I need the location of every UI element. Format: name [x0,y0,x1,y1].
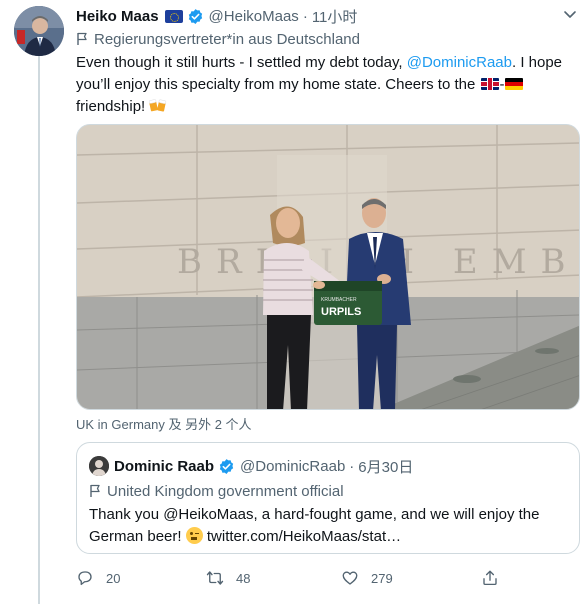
reply-icon [78,571,92,586]
eu-flag-icon [164,9,183,23]
flag-icon [90,484,100,497]
like-icon [342,571,358,585]
like-count: 279 [371,570,393,586]
author-affiliation-label: Regierungsvertreter*in aus Deutschland [76,30,360,48]
separator-dot: · [302,7,308,25]
quote-separator-dot: · [349,457,355,475]
tweet-text: Even though it still hurts - I settled m… [76,52,576,118]
share-button[interactable] [481,568,511,588]
verified-badge-icon [188,8,202,24]
beer-mugs-icon [149,99,167,112]
tweet-time[interactable]: 11小时 [312,6,358,27]
quote-display-name[interactable]: Dominic Raab [114,458,214,475]
crate-brand: URPILS [321,306,361,318]
tweet-text-dash: - [499,76,505,93]
reply-count: 20 [106,570,121,586]
tweet-actions: 20 48 279 [76,568,506,588]
verified-badge-icon [219,458,234,474]
author-display-name[interactable]: Heiko Maas [76,8,159,25]
avatar[interactable] [14,6,64,56]
author-handle[interactable]: @HeikoMaas [209,8,299,25]
quote-date[interactable]: 6月30日 [358,456,413,477]
german-flag-icon [504,78,523,90]
like-button[interactable]: 279 [341,568,393,588]
affiliation-text: Regierungsvertreter*in aus Deutschland [94,30,360,48]
quote-header: Dominic Raab @DominicRaab · 6月30日 [114,456,413,477]
retweet-button[interactable]: 48 [206,568,250,588]
retweet-count: 48 [236,570,251,586]
uk-flag-icon [480,78,499,90]
thread-line [38,56,40,604]
tweet-header: Heiko Maas @HeikoMaas · 11小时 [76,6,357,26]
wink-face-icon [185,527,203,544]
quote-avatar[interactable] [89,456,109,476]
tagged-people-text[interactable]: UK in Germany 及 另外 2 个人 [76,414,252,433]
tweet-text-part3: friendship! [76,98,150,115]
crate-brand-small: KRUMBACHER [321,297,357,303]
quote-text: Thank you @HeikoMaas, a hard-fought game… [89,504,569,548]
tagged-people[interactable]: UK in Germany 及 另外 2 个人 [76,414,252,432]
quote-text-link[interactable]: twitter.com/HeikoMaas/stat… [207,528,401,545]
quote-handle[interactable]: @DominicRaab [240,458,345,475]
share-icon [483,570,497,586]
quote-affiliation-label: United Kingdom government official [89,482,344,500]
tweet-photo[interactable]: BRITISH EMBASSY [76,124,580,410]
reply-button[interactable]: 20 [76,568,120,588]
mention-link[interactable]: @DominicRaab [407,54,512,71]
flag-icon [77,32,87,45]
tweet-text-part1: Even though it still hurts - I settled m… [76,54,407,71]
retweet-icon [206,571,224,585]
chevron-down-icon[interactable] [562,8,578,22]
quote-affiliation-text: United Kingdom government official [107,482,344,500]
quoted-tweet[interactable]: Dominic Raab @DominicRaab · 6月30日 United… [76,442,580,554]
